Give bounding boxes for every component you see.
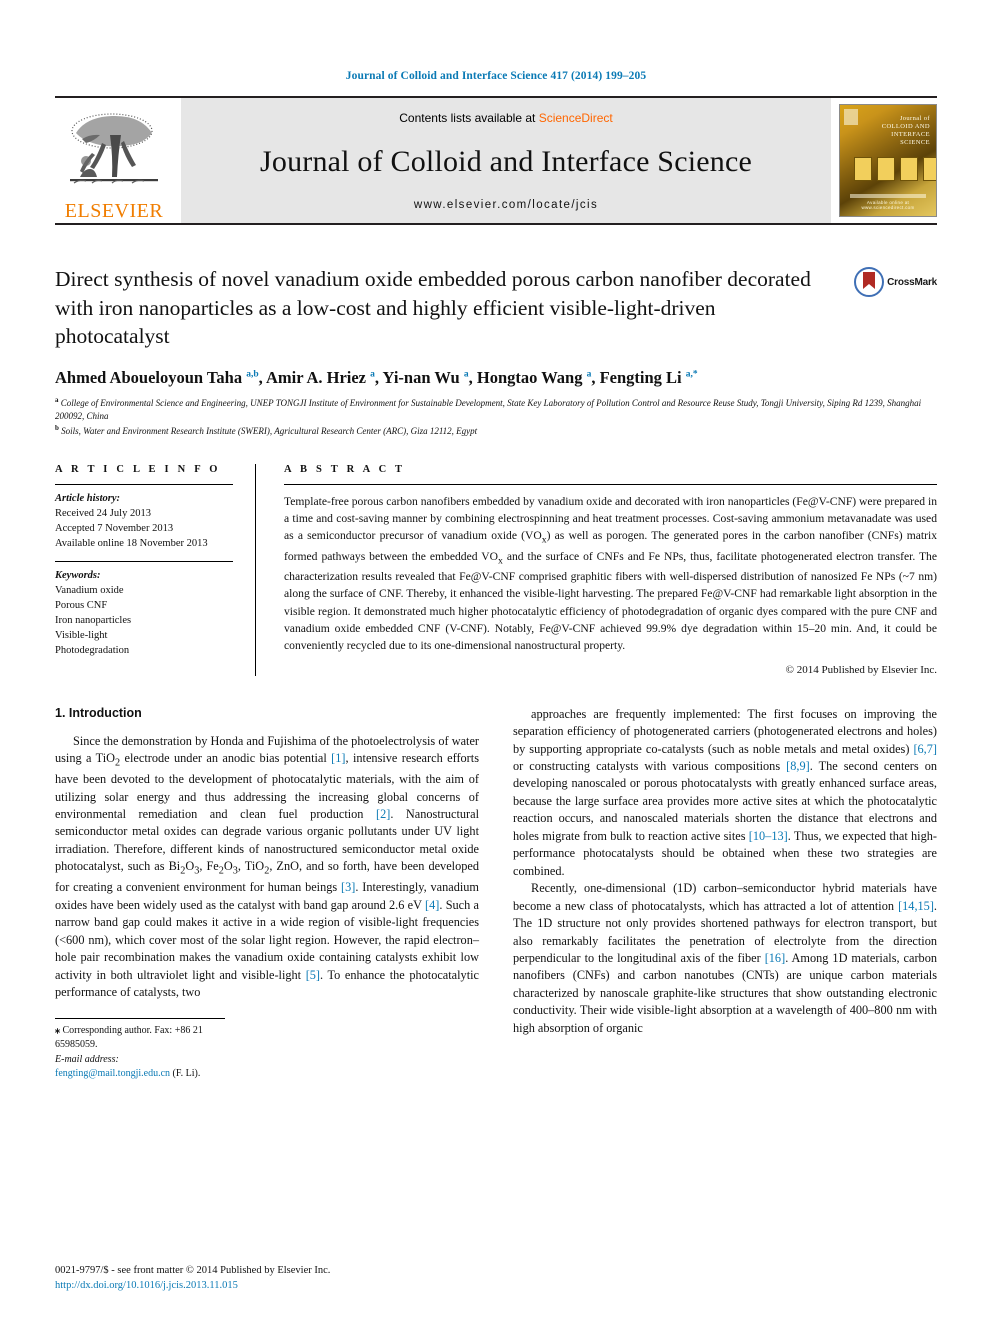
- title-column: Direct synthesis of novel vanadium oxide…: [55, 265, 841, 351]
- info-abstract-region: A R T I C L E I N F O Article history: R…: [55, 464, 937, 676]
- cover-line-4: SCIENCE: [900, 139, 930, 147]
- affiliations: a College of Environmental Science and E…: [55, 395, 937, 438]
- issn-line: 0021-9797/$ - see front matter © 2014 Pu…: [55, 1264, 331, 1276]
- affiliation-b: b Soils, Water and Environment Research …: [55, 424, 478, 437]
- affiliation-a: a College of Environmental Science and E…: [55, 396, 922, 422]
- abstract-copyright: © 2014 Published by Elsevier Inc.: [785, 663, 937, 676]
- body-column-left: 1. Introduction Since the demonstration …: [55, 706, 479, 1082]
- article-history-block: Article history: Received 24 July 2013 A…: [55, 485, 233, 561]
- corresponding-author-line: ⁎ Corresponding author. Fax: +86 21 6598…: [55, 1024, 203, 1051]
- corresponding-author-footnote: ⁎ Corresponding author. Fax: +86 21 6598…: [55, 1017, 225, 1082]
- body-columns: 1. Introduction Since the demonstration …: [55, 706, 937, 1082]
- article-received: Received 24 July 2013: [55, 508, 151, 520]
- cover-title-text: Journal of COLLOID AND INTERFACE SCIENCE: [882, 115, 930, 148]
- keyword-item: Visible-light: [55, 629, 108, 641]
- article-info-heading: A R T I C L E I N F O: [55, 464, 221, 476]
- journal-masthead: ELSEVIER Contents lists available at Sci…: [55, 96, 937, 225]
- running-head: Journal of Colloid and Interface Science…: [345, 70, 647, 82]
- crossmark-container[interactable]: CrossMark: [841, 265, 937, 351]
- cover-footer-text: Available online at www.sciencedirect.co…: [861, 200, 915, 210]
- journal-banner: Contents lists available at ScienceDirec…: [181, 98, 831, 223]
- contents-label: Contents lists available at: [399, 111, 536, 125]
- article-available-online: Available online 18 November 2013: [55, 538, 208, 550]
- article-accepted: Accepted 7 November 2013: [55, 523, 174, 535]
- keyword-item: Vanadium oxide: [55, 584, 124, 596]
- author-list: Ahmed Aboueloyoun Taha a,b, Amir A. Hrie…: [55, 367, 698, 387]
- abstract-text: Template-free porous carbon nanofibers e…: [284, 495, 937, 652]
- email-line: E-mail address: fengting@mail.tongji.edu…: [55, 1053, 225, 1082]
- email-owner: (F. Li).: [172, 1068, 201, 1079]
- abstract-column: A B S T R A C T Template-free porous car…: [255, 464, 937, 676]
- sciencedirect-link[interactable]: ScienceDirect: [539, 111, 613, 125]
- doi-link[interactable]: http://dx.doi.org/10.1016/j.jcis.2013.11…: [55, 1278, 330, 1293]
- journal-cover-thumbnail[interactable]: Journal of COLLOID AND INTERFACE SCIENCE…: [839, 104, 937, 217]
- keyword-item: Photodegradation: [55, 644, 130, 656]
- affiliation-a-text: College of Environmental Science and Eng…: [55, 398, 922, 422]
- cover-line-3: INTERFACE: [891, 131, 930, 139]
- contents-available-line: Contents lists available at ScienceDirec…: [399, 111, 612, 125]
- article-info-column: A R T I C L E I N F O Article history: R…: [55, 464, 255, 675]
- page-title: Direct synthesis of novel vanadium oxide…: [55, 267, 811, 349]
- abstract-heading: A B S T R A C T: [284, 464, 406, 476]
- article-page: Journal of Colloid and Interface Science…: [0, 0, 992, 1323]
- cover-line-1: Journal of: [899, 115, 930, 122]
- elsevier-tree-icon: [70, 113, 158, 184]
- article-history-label: Article history:: [55, 493, 121, 505]
- email-label: E-mail address:: [55, 1053, 119, 1065]
- crossmark-badge[interactable]: CrossMark: [854, 267, 937, 297]
- crossmark-icon: [854, 267, 885, 297]
- keyword-item: Iron nanoparticles: [55, 614, 132, 626]
- cover-rule: [850, 194, 926, 198]
- intro-paragraph-left: Since the demonstration by Honda and Fuj…: [55, 733, 480, 1000]
- keywords-label: Keywords:: [55, 569, 101, 581]
- cover-line-2: COLLOID AND: [881, 123, 930, 131]
- affiliation-b-text: Soils, Water and Environment Research In…: [61, 426, 478, 437]
- email-link[interactable]: fengting@mail.tongji.edu.cn: [55, 1068, 170, 1079]
- journal-homepage-url[interactable]: www.elsevier.com/locate/jcis: [414, 199, 598, 211]
- page-footer: 0021-9797/$ - see front matter © 2014 Pu…: [55, 1263, 330, 1293]
- section-title-introduction: 1. Introduction: [55, 705, 142, 720]
- intro-paragraph-right-2: Recently, one-dimensional (1D) carbon–se…: [513, 881, 937, 1035]
- cover-graphic: [854, 157, 936, 181]
- crossmark-label: CrossMark: [887, 276, 937, 288]
- keywords-block: Keywords: Vanadium oxide Porous CNF Iron…: [55, 562, 233, 667]
- intro-paragraph-right-1: approaches are frequently implemented: T…: [513, 706, 938, 878]
- title-block: Direct synthesis of novel vanadium oxide…: [55, 265, 937, 351]
- body-column-right: approaches are frequently implemented: T…: [513, 706, 937, 1082]
- elsevier-wordmark: ELSEVIER: [64, 200, 164, 222]
- cover-publisher-mark: [844, 109, 858, 125]
- elsevier-logo[interactable]: ELSEVIER: [55, 98, 173, 223]
- journal-title: Journal of Colloid and Interface Science: [260, 145, 752, 178]
- keyword-item: Porous CNF: [55, 599, 108, 611]
